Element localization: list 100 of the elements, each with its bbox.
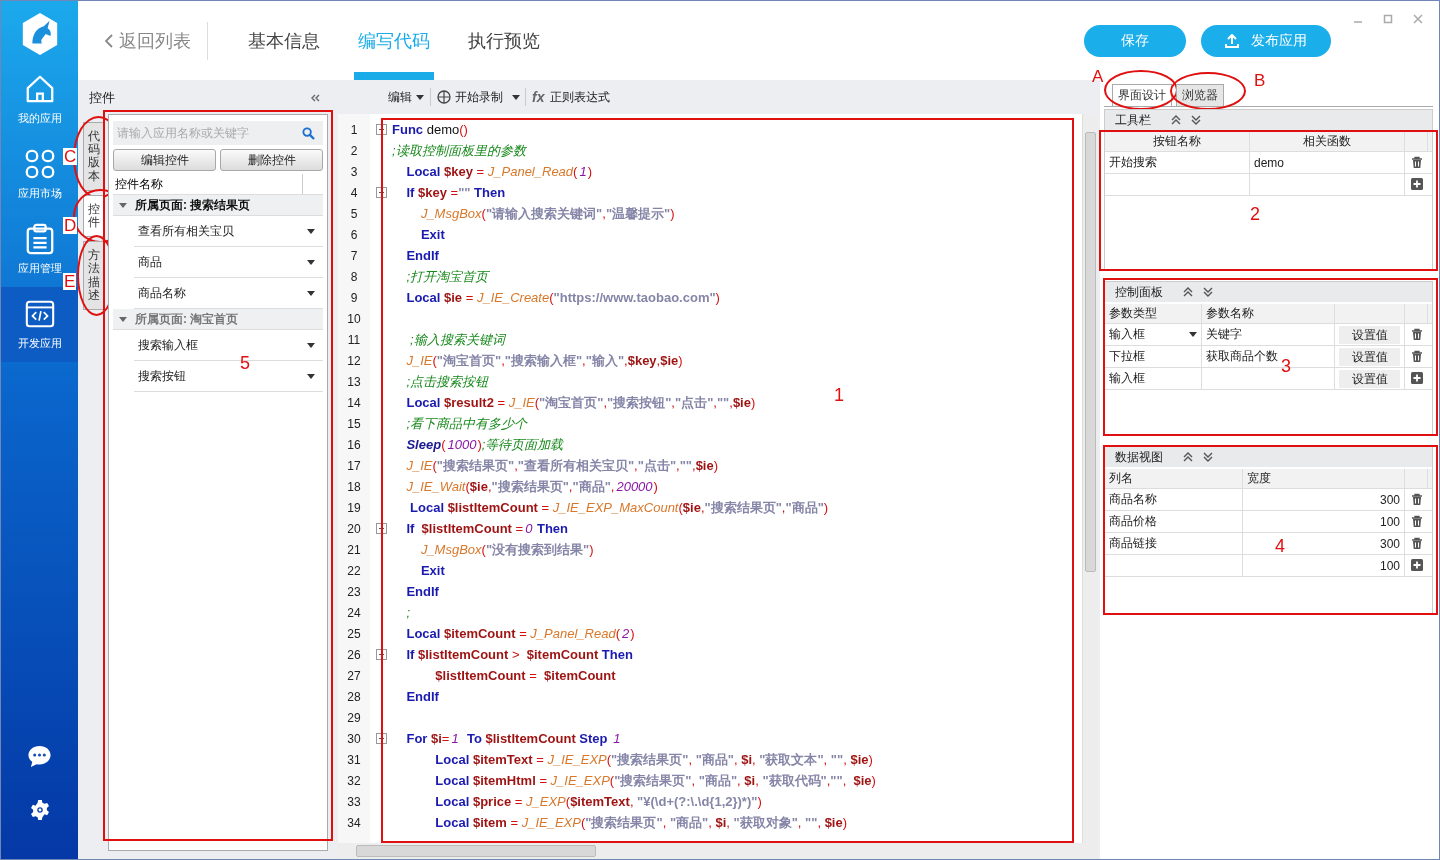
horizontal-scrollbar[interactable] <box>338 843 1098 859</box>
expand-icon[interactable] <box>1203 287 1213 297</box>
code-line: J_IE("淘宝首页","搜索输入框","输入",$key,$ie) <box>405 352 683 370</box>
dropdown-caret-icon[interactable] <box>307 259 315 265</box>
code-line: If $listItemCount > $itemCount Then <box>405 646 633 664</box>
code-line: ;打开淘宝首页 <box>405 268 489 286</box>
nav-item[interactable]: 开发应用 <box>1 287 78 362</box>
code-line: ;看下商品中有多少个 <box>405 415 528 433</box>
line-number: 15 <box>346 416 362 431</box>
nav-tab[interactable]: 执行预览 <box>464 1 544 80</box>
table-cell: 商品名称 <box>1105 489 1243 510</box>
dropdown-caret-icon[interactable] <box>1189 332 1197 337</box>
formula-button[interactable]: fx 正则表达式 <box>528 86 615 108</box>
line-number: 1 <box>349 122 359 137</box>
plus-icon[interactable] <box>1410 559 1423 572</box>
line-number: 5 <box>349 206 359 221</box>
column-header: 参数名称 <box>1202 304 1335 323</box>
dropdown-caret-icon[interactable] <box>307 373 315 379</box>
dropdown-caret-icon[interactable] <box>416 94 424 100</box>
column-header: 相关函数 <box>1250 132 1405 151</box>
set-value-button[interactable]: 设置值 <box>1339 347 1400 366</box>
trash-icon[interactable] <box>1410 350 1423 363</box>
upload-icon <box>1225 33 1239 48</box>
expand-icon[interactable] <box>1203 452 1213 462</box>
collapse-icon[interactable] <box>310 94 320 102</box>
collapse-icon[interactable] <box>1171 115 1181 125</box>
annotation-letter: D <box>63 216 78 234</box>
panel-title: 控件 <box>89 89 115 107</box>
search-icon[interactable] <box>302 127 315 140</box>
menu-button[interactable]: 编辑 <box>384 86 428 108</box>
trash-icon[interactable] <box>1410 493 1423 506</box>
code-line: Func demo() <box>392 121 468 139</box>
code-line: EndIf <box>405 583 439 601</box>
table-cell: 输入框 <box>1105 324 1202 345</box>
trash-icon[interactable] <box>1410 328 1423 341</box>
line-number: 3 <box>349 164 359 179</box>
line-number: 9 <box>349 290 359 305</box>
dropdown-caret-icon[interactable] <box>307 290 315 296</box>
nav-tab[interactable]: 基本信息 <box>244 1 324 80</box>
back-link[interactable]: 返回列表 <box>105 28 191 53</box>
line-number: 6 <box>349 227 359 242</box>
fold-icon[interactable] <box>375 187 387 198</box>
code-line: $listItemCount = $itemCount <box>434 667 616 685</box>
table-cell: 下拉框 <box>1105 346 1202 367</box>
line-number: 24 <box>346 605 362 620</box>
code-line: Sleep(1000);等待页面加载 <box>405 436 564 454</box>
tree-item[interactable]: 商品 <box>134 247 323 278</box>
collapse-icon[interactable] <box>1183 287 1193 297</box>
tree-item[interactable]: 查看所有相关宝贝 <box>134 216 323 247</box>
vertical-scrollbar[interactable] <box>1082 114 1098 843</box>
line-number: 11 <box>346 332 362 347</box>
group-row[interactable]: 所属页面: 搜索结果页 <box>113 195 323 216</box>
chat-icon[interactable] <box>27 744 52 769</box>
table-cell: 关键字 <box>1202 324 1335 345</box>
line-number: 17 <box>346 458 362 473</box>
annotation-letter: E <box>63 273 77 291</box>
trash-icon[interactable] <box>1410 156 1423 169</box>
trash-icon[interactable] <box>1410 515 1423 528</box>
search-field[interactable]: 请输入应用名称或关键字 <box>113 121 323 145</box>
expand-icon[interactable] <box>1191 115 1201 125</box>
expand-arrow-icon[interactable] <box>119 201 127 209</box>
code-line: Exit <box>419 562 445 580</box>
record-button[interactable]: 开始录制 <box>433 86 507 108</box>
dropdown-caret-icon[interactable] <box>307 228 315 234</box>
table-cell: 商品价格 <box>1105 511 1243 532</box>
panel-button[interactable]: 编辑控件 <box>113 149 216 171</box>
line-number: 2 <box>349 143 359 158</box>
fold-icon[interactable] <box>375 649 387 660</box>
code-line: EndIf <box>405 247 439 265</box>
table-cell: 100 <box>1243 555 1405 576</box>
trash-icon[interactable] <box>1410 537 1423 550</box>
set-value-button[interactable]: 设置值 <box>1339 369 1400 388</box>
plus-icon[interactable] <box>1410 372 1423 385</box>
section-title: 工具栏 <box>1115 111 1151 129</box>
line-number: 7 <box>349 248 359 263</box>
plus-icon[interactable] <box>1410 178 1423 191</box>
set-value-button[interactable]: 设置值 <box>1339 325 1400 344</box>
expand-arrow-icon[interactable] <box>119 315 127 323</box>
line-number: 8 <box>349 269 359 284</box>
panel-tab[interactable]: 浏览器 <box>1176 84 1224 106</box>
annotation-letter: A <box>1092 68 1104 85</box>
line-number: 30 <box>346 731 362 746</box>
code-line: J_IE_Wait($ie,"搜索结果页","商品",20000) <box>405 478 658 496</box>
annotation-number: 4 <box>1275 537 1285 555</box>
fold-icon[interactable] <box>375 733 387 744</box>
column-header: 按钮名称 <box>1105 132 1250 151</box>
settings-icon[interactable] <box>28 799 51 821</box>
panel-button[interactable]: 删除控件 <box>220 149 323 171</box>
panel-tab[interactable]: 界面设计 <box>1112 84 1172 106</box>
collapse-icon[interactable] <box>1183 452 1193 462</box>
side-tab[interactable]: 代码版本 <box>83 122 104 191</box>
code-line: Local $itemHtml = J_IE_EXP("搜索结果页", "商品", $i, "获取代码","", $ie) <box>434 772 876 790</box>
line-number: 34 <box>346 815 362 830</box>
fold-icon[interactable] <box>375 124 387 135</box>
line-number: 33 <box>346 794 362 809</box>
line-number: 25 <box>346 626 362 641</box>
dropdown-caret-icon[interactable] <box>307 342 315 348</box>
fold-icon[interactable] <box>375 523 387 534</box>
line-number: 20 <box>346 521 362 536</box>
group-row[interactable]: 所属页面: 淘宝首页 <box>113 309 323 330</box>
